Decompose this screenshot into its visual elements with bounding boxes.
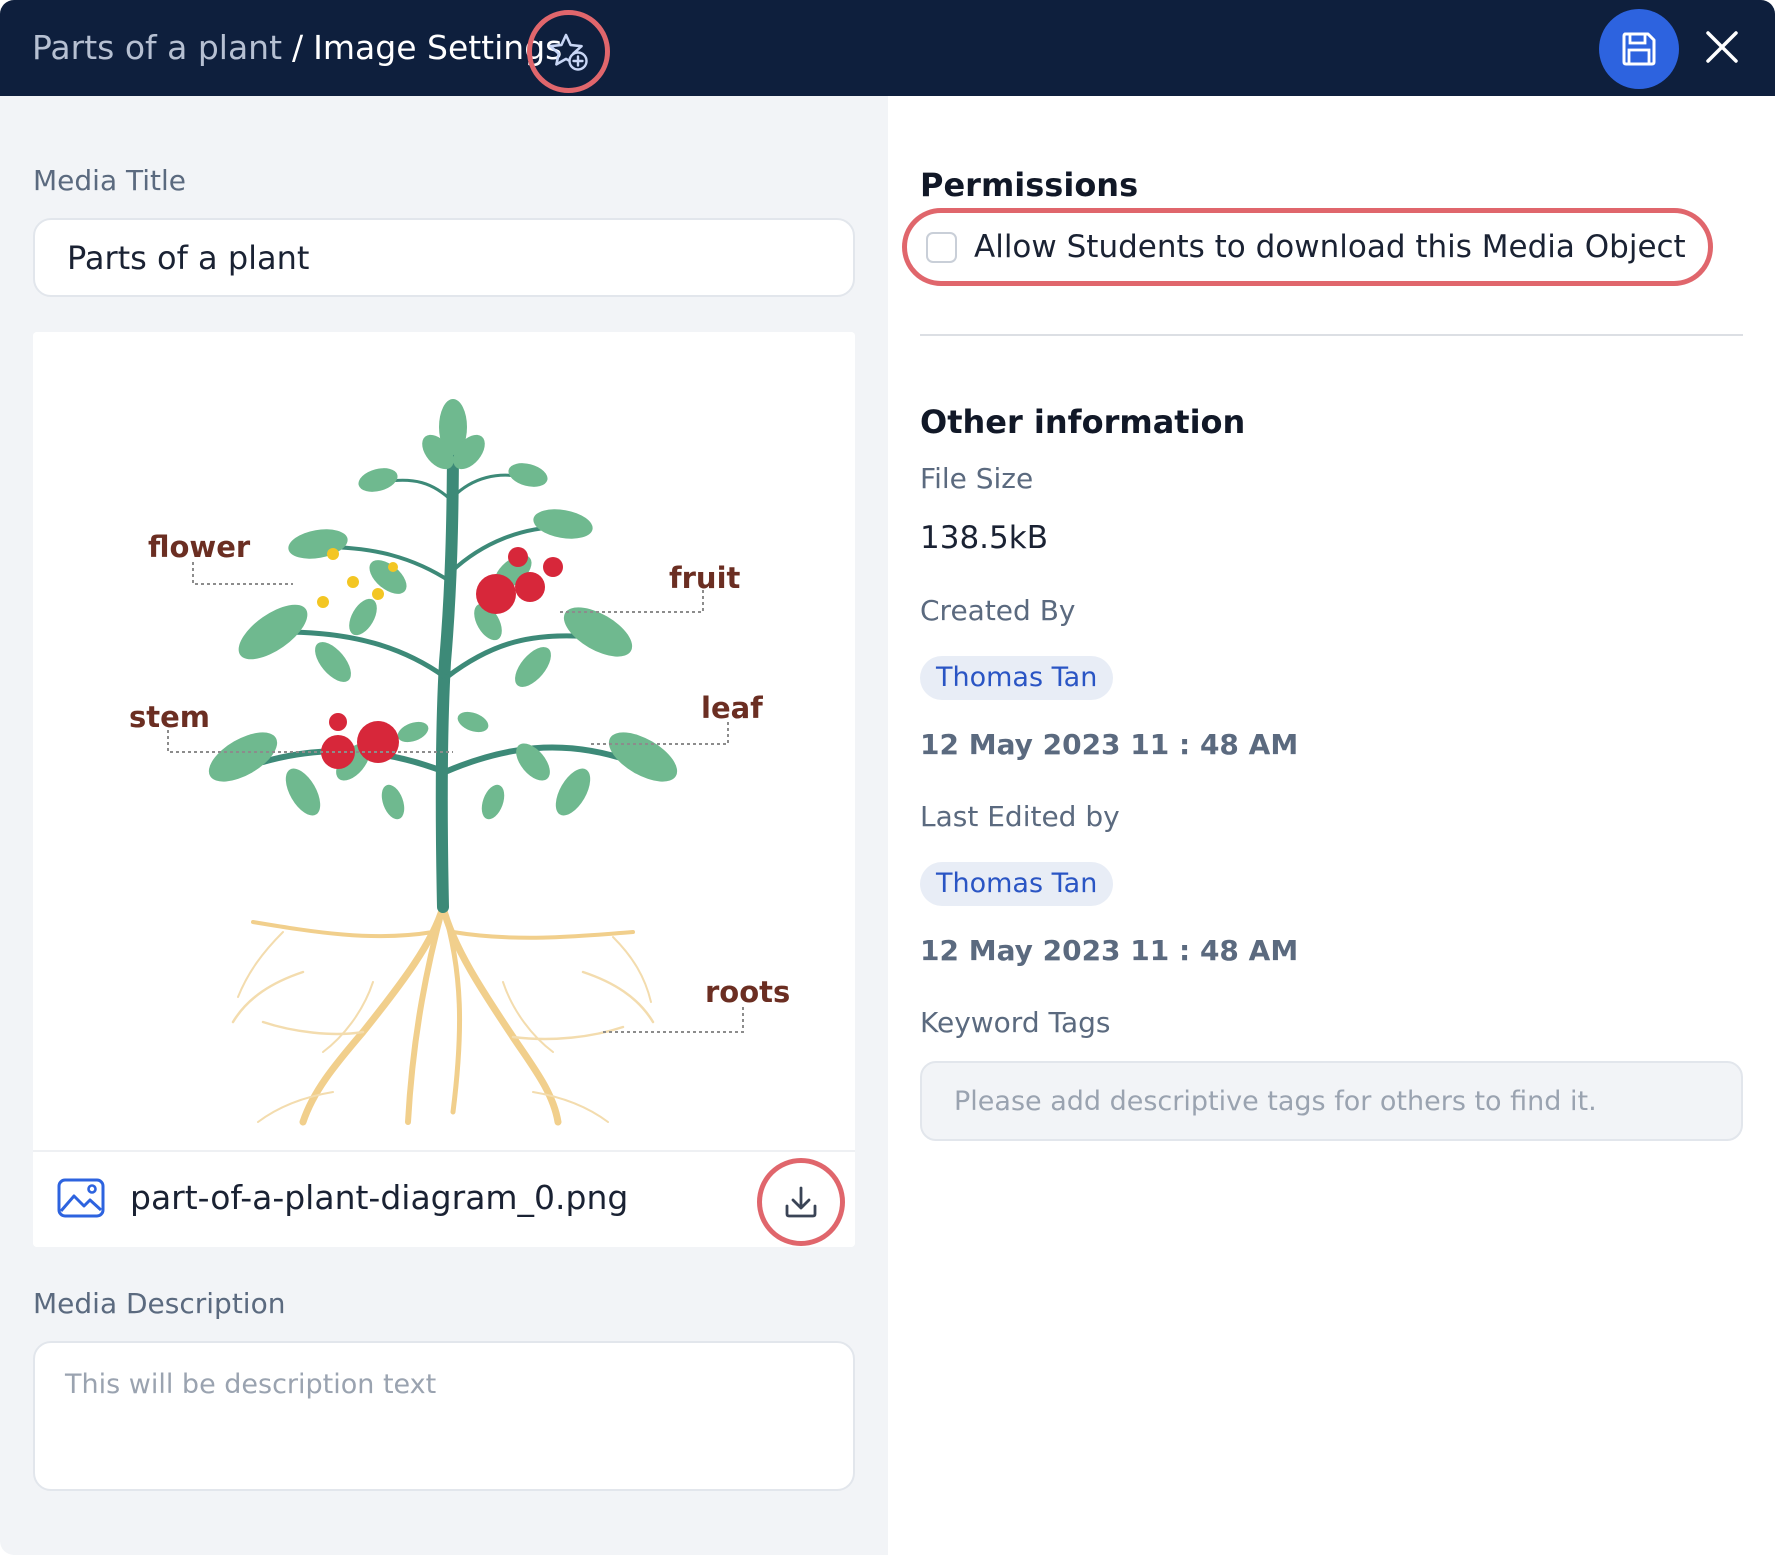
breadcrumb-parent-link[interactable]: Parts of a plant bbox=[32, 28, 282, 68]
breadcrumb: Parts of a plant / Image Settings bbox=[32, 28, 562, 68]
close-icon bbox=[1706, 31, 1738, 63]
image-file-icon bbox=[57, 1178, 105, 1218]
permissions-heading: Permissions bbox=[920, 166, 1139, 204]
other-information-heading: Other information bbox=[920, 403, 1246, 441]
media-card: flower fruit stem leaf roots part-of-a-p… bbox=[33, 332, 855, 1247]
file-size-label: File Size bbox=[920, 462, 1034, 495]
media-description-input[interactable] bbox=[33, 1341, 855, 1491]
file-size-value: 138.5kB bbox=[920, 520, 1048, 556]
image-label-flower: flower bbox=[148, 530, 251, 564]
close-button[interactable] bbox=[1697, 22, 1747, 72]
created-by-label: Created By bbox=[920, 594, 1076, 627]
stem-illustration bbox=[260, 426, 636, 913]
allow-download-checkbox[interactable] bbox=[926, 231, 957, 263]
allow-download-permission[interactable]: Allow Students to download this Media Ob… bbox=[902, 208, 1713, 286]
favorite-button[interactable] bbox=[527, 10, 610, 93]
breadcrumb-separator: / bbox=[292, 28, 304, 67]
last-edited-by-label: Last Edited by bbox=[920, 800, 1120, 833]
media-description-label: Media Description bbox=[33, 1287, 286, 1320]
keyword-tags-label: Keyword Tags bbox=[920, 1006, 1111, 1039]
image-label-stem: stem bbox=[129, 700, 210, 734]
allow-download-label: Allow Students to download this Media Ob… bbox=[974, 229, 1686, 265]
image-label-fruit: fruit bbox=[669, 561, 741, 595]
created-date: 12 May 2023 11 : 48 AM bbox=[920, 728, 1299, 761]
download-icon bbox=[785, 1186, 817, 1218]
download-button[interactable] bbox=[757, 1158, 845, 1246]
dialog-header: Parts of a plant / Image Settings bbox=[0, 0, 1775, 96]
media-info-panel: Permissions Allow Students to download t… bbox=[888, 96, 1775, 1555]
breadcrumb-current: Image Settings bbox=[313, 28, 563, 67]
plant-diagram: flower fruit stem leaf roots bbox=[129, 399, 790, 1126]
media-title-input[interactable] bbox=[33, 218, 855, 297]
floppy-disk-icon bbox=[1622, 32, 1656, 66]
file-attachment-row: part-of-a-plant-diagram_0.png bbox=[33, 1150, 855, 1247]
media-title-label: Media Title bbox=[33, 164, 187, 197]
created-by-user-chip[interactable]: Thomas Tan bbox=[920, 656, 1114, 700]
section-divider bbox=[920, 334, 1743, 336]
media-details-panel: Media Title Parts of a plant flower frui… bbox=[0, 96, 888, 1555]
keyword-tags-input[interactable] bbox=[920, 1061, 1743, 1141]
star-plus-icon bbox=[548, 33, 588, 71]
file-name: part-of-a-plant-diagram_0.png bbox=[130, 1178, 629, 1217]
image-label-roots: roots bbox=[705, 975, 790, 1009]
save-button[interactable] bbox=[1599, 9, 1679, 89]
last-edited-by-user-chip[interactable]: Thomas Tan bbox=[920, 862, 1114, 906]
roots-illustration bbox=[231, 903, 655, 1126]
media-preview-image: flower fruit stem leaf roots bbox=[33, 332, 855, 1150]
last-edited-date: 12 May 2023 11 : 48 AM bbox=[920, 934, 1299, 967]
image-label-leaf: leaf bbox=[701, 691, 763, 725]
